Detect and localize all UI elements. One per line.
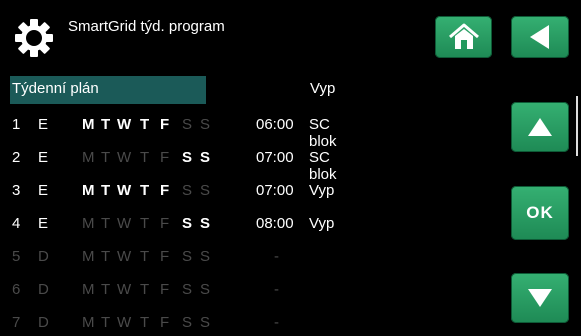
day-toggle[interactable]: S	[182, 314, 192, 331]
day-toggle[interactable]: F	[160, 281, 169, 298]
day-toggle[interactable]: S	[182, 248, 192, 265]
day-toggle[interactable]: S	[200, 182, 210, 199]
day-toggle[interactable]: T	[140, 215, 149, 232]
day-toggle[interactable]: M	[82, 149, 95, 166]
day-toggle[interactable]: S	[182, 182, 192, 199]
scroll-up-button[interactable]	[511, 102, 569, 152]
ok-button-label: OK	[526, 203, 554, 222]
day-toggle[interactable]: F	[160, 215, 169, 232]
day-toggle[interactable]: S	[182, 281, 192, 298]
day-toggle[interactable]: T	[101, 149, 110, 166]
day-toggle[interactable]: W	[117, 116, 131, 133]
day-toggle[interactable]: S	[200, 215, 210, 232]
row-mode[interactable]: Vyp	[309, 215, 334, 232]
day-toggle[interactable]: T	[101, 182, 110, 199]
day-toggle[interactable]: S	[200, 149, 210, 166]
day-toggle[interactable]: T	[101, 314, 110, 331]
day-toggle[interactable]: F	[160, 116, 169, 133]
day-toggle[interactable]: M	[82, 182, 95, 199]
day-toggle[interactable]: M	[82, 314, 95, 331]
up-arrow-icon	[528, 118, 552, 136]
day-toggle[interactable]: W	[117, 149, 131, 166]
ok-button[interactable]: OK	[511, 186, 569, 240]
day-toggle[interactable]: T	[101, 215, 110, 232]
day-toggle[interactable]: T	[101, 281, 110, 298]
row-type[interactable]: E	[38, 182, 48, 199]
row-time[interactable]: 07:00	[256, 149, 294, 166]
row-mode[interactable]: Vyp	[309, 182, 334, 199]
row-time[interactable]: 07:00	[256, 182, 294, 199]
row-time[interactable]: -	[274, 281, 279, 298]
row-number: 5	[12, 248, 21, 265]
day-toggle[interactable]: S	[182, 215, 192, 232]
day-toggle[interactable]: F	[160, 248, 169, 265]
row-type[interactable]: E	[38, 215, 48, 232]
page-title: SmartGrid týd. program	[68, 18, 225, 35]
day-toggle[interactable]: T	[140, 281, 149, 298]
row-number: 6	[12, 281, 21, 298]
day-toggle[interactable]: T	[140, 182, 149, 199]
day-toggle[interactable]: T	[140, 149, 149, 166]
day-toggle[interactable]: W	[117, 215, 131, 232]
down-arrow-icon	[528, 289, 552, 307]
day-toggle[interactable]: T	[101, 116, 110, 133]
day-toggle[interactable]: F	[160, 182, 169, 199]
row-type[interactable]: E	[38, 116, 48, 133]
day-toggle[interactable]: S	[200, 314, 210, 331]
day-toggle[interactable]: S	[200, 248, 210, 265]
day-toggle[interactable]: M	[82, 248, 95, 265]
row-time[interactable]: 08:00	[256, 215, 294, 232]
home-button[interactable]	[435, 16, 492, 58]
day-toggle[interactable]: S	[182, 116, 192, 133]
scroll-down-button[interactable]	[511, 273, 569, 323]
row-number: 7	[12, 314, 21, 331]
row-mode[interactable]: SC blok	[309, 116, 337, 150]
day-toggle[interactable]: S	[200, 116, 210, 133]
day-toggle[interactable]: T	[140, 116, 149, 133]
day-toggle[interactable]: S	[182, 149, 192, 166]
row-mode[interactable]: SC blok	[309, 149, 337, 183]
row-number: 3	[12, 182, 21, 199]
weekly-plan-label: Týdenní plán	[12, 80, 99, 97]
day-toggle[interactable]: T	[140, 248, 149, 265]
day-toggle[interactable]: W	[117, 314, 131, 331]
row-type[interactable]: D	[38, 248, 49, 265]
day-toggle[interactable]: F	[160, 314, 169, 331]
day-toggle[interactable]: T	[140, 314, 149, 331]
day-toggle[interactable]: M	[82, 215, 95, 232]
row-number: 4	[12, 215, 21, 232]
row-time[interactable]: 06:00	[256, 116, 294, 133]
row-number: 2	[12, 149, 21, 166]
scrollbar[interactable]	[576, 96, 578, 156]
back-arrow-icon	[530, 25, 549, 49]
day-toggle[interactable]: W	[117, 248, 131, 265]
day-toggle[interactable]: W	[117, 281, 131, 298]
row-type[interactable]: E	[38, 149, 48, 166]
row-number: 1	[12, 116, 21, 133]
row-time[interactable]: -	[274, 314, 279, 331]
day-toggle[interactable]: S	[200, 281, 210, 298]
row-type[interactable]: D	[38, 314, 49, 331]
row-time[interactable]: -	[274, 248, 279, 265]
day-toggle[interactable]: W	[117, 182, 131, 199]
day-toggle[interactable]: M	[82, 116, 95, 133]
home-icon	[448, 23, 479, 49]
weekly-plan-mode[interactable]: Vyp	[310, 80, 335, 97]
row-type[interactable]: D	[38, 281, 49, 298]
back-button[interactable]	[511, 16, 569, 58]
gear-icon[interactable]	[14, 18, 54, 58]
day-toggle[interactable]: T	[101, 248, 110, 265]
day-toggle[interactable]: F	[160, 149, 169, 166]
day-toggle[interactable]: M	[82, 281, 95, 298]
